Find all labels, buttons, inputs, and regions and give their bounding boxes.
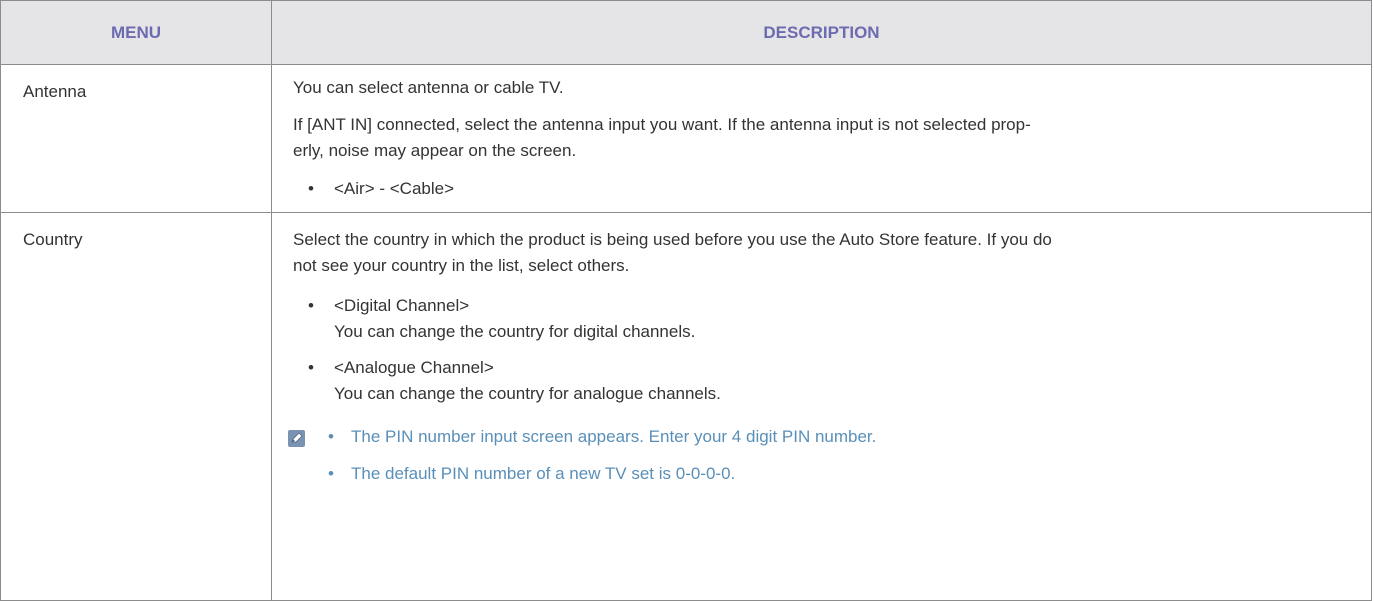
- table-row-antenna: Antenna You can select antenna or cable …: [0, 64, 1372, 213]
- option-title: <Analogue Channel>: [334, 358, 494, 377]
- table-header-row: MENU DESCRIPTION: [0, 0, 1372, 65]
- option-list: • <Digital Channel> You can change the c…: [293, 293, 1351, 407]
- list-item: • <Analogue Channel> You can change the …: [293, 355, 1351, 407]
- list-item: • <Digital Channel> You can change the c…: [293, 293, 1351, 345]
- menu-description-table: MENU DESCRIPTION Antenna You can select …: [0, 0, 1372, 601]
- description-text: Select the country in which the product …: [293, 227, 1351, 279]
- note-list: • The PIN number input screen appears. E…: [293, 424, 1351, 487]
- option-text: You can change the country for analogue …: [334, 384, 721, 403]
- description-line: erly, noise may appear on the screen.: [293, 141, 577, 160]
- option-text: You can change the country for digital c…: [334, 322, 696, 341]
- bullet-icon: •: [308, 179, 314, 198]
- bullet-icon: •: [308, 296, 314, 315]
- note-text: The default PIN number of a new TV set i…: [351, 464, 736, 483]
- option-title: <Digital Channel>: [334, 296, 470, 315]
- description-cell: Select the country in which the product …: [271, 212, 1372, 601]
- description-text: If [ANT IN] connected, select the antenn…: [293, 112, 1351, 164]
- description-cell: You can select antenna or cable TV. If […: [271, 64, 1372, 213]
- option-title: <Air> - <Cable>: [334, 179, 455, 198]
- note-item: • The default PIN number of a new TV set…: [293, 461, 1351, 487]
- description-column-header: DESCRIPTION: [271, 0, 1372, 65]
- description-line: Select the country in which the product …: [293, 230, 1052, 249]
- description-text: You can select antenna or cable TV.: [293, 78, 564, 97]
- option-list: • <Air> - <Cable>: [293, 176, 1351, 202]
- table-row-country: Country Select the country in which the …: [0, 212, 1372, 601]
- note-item: • The PIN number input screen appears. E…: [293, 424, 1351, 450]
- note-block: • The PIN number input screen appears. E…: [288, 424, 1351, 512]
- bullet-icon: •: [308, 358, 314, 377]
- note-text: The PIN number input screen appears. Ent…: [351, 427, 877, 446]
- list-item: • <Air> - <Cable>: [293, 176, 1351, 202]
- description-line: not see your country in the list, select…: [293, 256, 630, 275]
- menu-cell: Antenna: [0, 64, 272, 213]
- menu-cell: Country: [0, 212, 272, 601]
- menu-column-header: MENU: [0, 0, 272, 65]
- description-line: If [ANT IN] connected, select the antenn…: [293, 115, 1031, 134]
- bullet-icon: •: [328, 464, 334, 483]
- bullet-icon: •: [328, 427, 334, 446]
